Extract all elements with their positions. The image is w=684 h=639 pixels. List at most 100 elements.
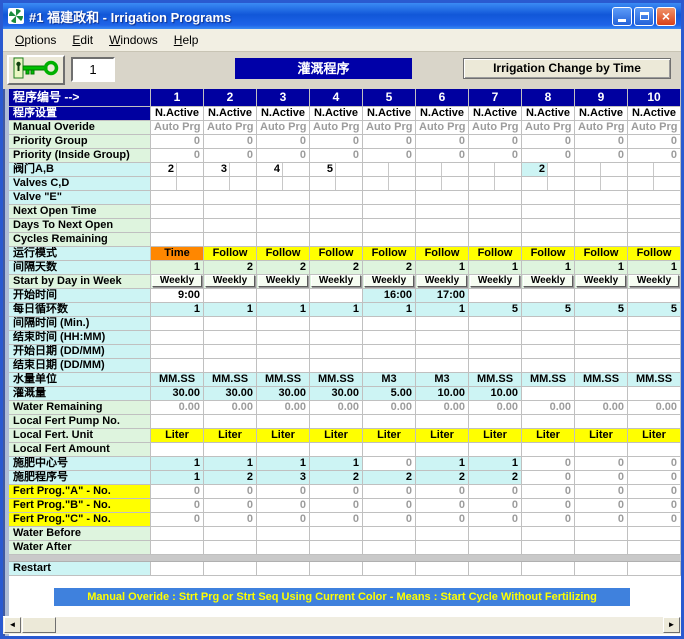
grid-cell[interactable]	[575, 443, 628, 457]
grid-cell[interactable]	[310, 219, 363, 233]
grid-cell[interactable]: 1	[151, 471, 204, 485]
grid-cell[interactable]: N.Active	[575, 107, 628, 121]
grid-cell[interactable]	[575, 233, 628, 247]
grid-cell[interactable]	[416, 317, 469, 331]
minimize-button[interactable]	[612, 6, 632, 26]
grid-subcell[interactable]	[389, 163, 415, 176]
grid-cell[interactable]: 0	[522, 499, 575, 513]
grid-subcell[interactable]: 3	[204, 163, 230, 176]
grid-cell[interactable]: 1	[416, 303, 469, 317]
grid-cell[interactable]	[363, 219, 416, 233]
grid-cell[interactable]	[575, 541, 628, 555]
grid-cell[interactable]	[310, 205, 363, 219]
grid-cell[interactable]: 0.00	[151, 401, 204, 415]
grid-cell[interactable]	[363, 443, 416, 457]
grid-cell[interactable]: Liter	[416, 429, 469, 443]
grid-cell[interactable]	[628, 415, 681, 429]
grid-cell[interactable]	[363, 163, 416, 177]
grid-cell[interactable]	[204, 177, 257, 191]
grid-subcell[interactable]	[442, 163, 468, 176]
grid-cell[interactable]	[522, 191, 575, 205]
grid-cell[interactable]	[310, 541, 363, 555]
grid-cell[interactable]: 0	[257, 149, 310, 163]
grid-subcell[interactable]	[230, 177, 256, 190]
grid-cell[interactable]: 0	[204, 513, 257, 527]
grid-cell[interactable]	[363, 415, 416, 429]
grid-cell[interactable]: 0	[151, 135, 204, 149]
grid-cell[interactable]: N.Active	[257, 107, 310, 121]
grid-cell[interactable]	[416, 163, 469, 177]
weekly-button[interactable]: Weekly	[258, 275, 308, 287]
grid-cell[interactable]	[522, 541, 575, 555]
grid-cell[interactable]: N.Active	[628, 107, 681, 121]
grid-subcell[interactable]	[177, 177, 203, 190]
grid-cell[interactable]	[363, 331, 416, 345]
grid-cell[interactable]: MM.SS	[628, 373, 681, 387]
grid-cell[interactable]	[204, 191, 257, 205]
grid-cell[interactable]: 30.00	[151, 387, 204, 401]
grid-cell[interactable]: 2	[204, 261, 257, 275]
grid-cell[interactable]: 0	[204, 485, 257, 499]
grid-cell[interactable]: 16:00	[363, 289, 416, 303]
grid-cell[interactable]: Follow	[628, 247, 681, 261]
grid-cell[interactable]	[469, 359, 522, 373]
grid-cell[interactable]: 0	[310, 149, 363, 163]
grid-cell[interactable]	[363, 562, 416, 576]
grid-cell[interactable]	[469, 233, 522, 247]
grid-cell[interactable]: 0	[416, 135, 469, 149]
grid-cell[interactable]	[575, 387, 628, 401]
grid-cell[interactable]	[575, 177, 628, 191]
grid-cell[interactable]	[204, 345, 257, 359]
grid-cell[interactable]	[363, 345, 416, 359]
grid-cell[interactable]: 0	[416, 499, 469, 513]
grid-cell[interactable]: 0	[628, 485, 681, 499]
grid-subcell[interactable]	[416, 163, 442, 176]
grid-cell[interactable]: 0	[575, 135, 628, 149]
grid-cell[interactable]: 4	[257, 163, 310, 177]
grid-cell[interactable]: 1	[469, 457, 522, 471]
grid-cell[interactable]	[628, 163, 681, 177]
grid-cell[interactable]	[416, 541, 469, 555]
grid-cell[interactable]: Follow	[575, 247, 628, 261]
grid-cell[interactable]: 0	[469, 499, 522, 513]
grid-cell[interactable]	[469, 331, 522, 345]
grid-cell[interactable]	[522, 219, 575, 233]
grid-cell[interactable]: 0	[310, 485, 363, 499]
grid-cell[interactable]: 0.00	[363, 401, 416, 415]
maximize-button[interactable]	[634, 6, 654, 26]
grid-subcell[interactable]	[310, 177, 336, 190]
grid-cell[interactable]: Liter	[522, 429, 575, 443]
grid-subcell[interactable]: 2	[522, 163, 548, 176]
grid-cell[interactable]: Liter	[204, 429, 257, 443]
grid-subcell[interactable]	[442, 177, 468, 190]
grid-cell[interactable]	[628, 527, 681, 541]
grid-cell[interactable]: 9:00	[151, 289, 204, 303]
weekly-button[interactable]: Weekly	[629, 275, 679, 287]
grid-cell[interactable]: 0.00	[628, 401, 681, 415]
grid-cell[interactable]	[628, 289, 681, 303]
grid-cell[interactable]	[575, 289, 628, 303]
grid-cell[interactable]: 10.00	[469, 387, 522, 401]
grid-cell[interactable]	[416, 527, 469, 541]
grid-cell[interactable]: 1	[416, 261, 469, 275]
grid-cell[interactable]	[151, 331, 204, 345]
grid-cell[interactable]	[363, 541, 416, 555]
grid-cell[interactable]: 1	[416, 457, 469, 471]
grid-cell[interactable]	[151, 233, 204, 247]
grid-cell[interactable]	[416, 415, 469, 429]
grid-cell[interactable]	[363, 191, 416, 205]
grid-cell[interactable]: 2	[310, 261, 363, 275]
grid-cell[interactable]: 2	[469, 471, 522, 485]
close-button[interactable]: ×	[656, 6, 676, 26]
grid-subcell[interactable]	[469, 163, 495, 176]
grid-subcell[interactable]	[654, 163, 680, 176]
grid-cell[interactable]	[257, 527, 310, 541]
grid-cell[interactable]: 1	[469, 261, 522, 275]
grid-cell[interactable]: 0	[204, 149, 257, 163]
grid-cell[interactable]	[257, 177, 310, 191]
grid-cell[interactable]	[469, 219, 522, 233]
grid-cell[interactable]: 17:00	[416, 289, 469, 303]
grid-cell[interactable]: 0	[628, 513, 681, 527]
weekly-button[interactable]: Weekly	[205, 275, 255, 287]
grid-cell[interactable]	[257, 289, 310, 303]
